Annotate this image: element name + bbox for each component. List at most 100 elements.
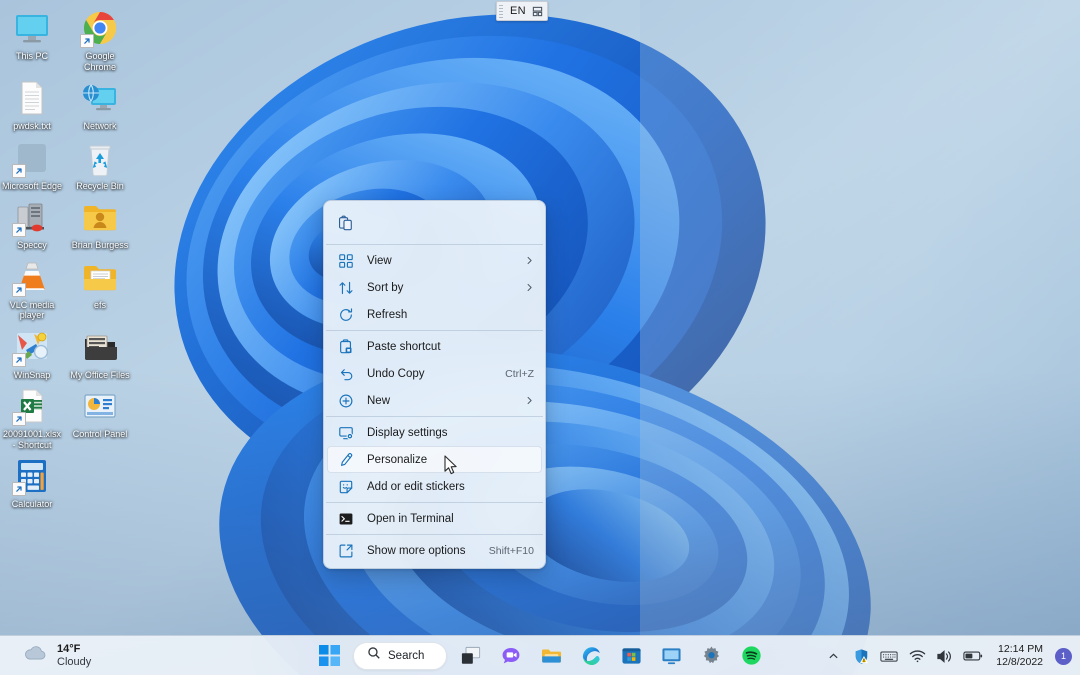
menu-item-view[interactable]: View — [327, 247, 542, 274]
shortcut-overlay-icon — [12, 482, 26, 496]
speccy-icon — [12, 197, 52, 237]
this-pc-icon — [12, 8, 52, 48]
desktop-icon-label: Control Panel — [72, 429, 128, 439]
wifi-icon[interactable] — [904, 641, 930, 671]
language-bar-gripper[interactable] — [499, 4, 503, 18]
paste-shortcut-icon — [337, 338, 355, 356]
microsoft-store-button[interactable] — [615, 640, 647, 672]
weather-temperature: 14°F — [57, 642, 81, 655]
menu-item-add-or-edit-stickers[interactable]: Add or edit stickers — [327, 473, 542, 500]
desktop-icon-label: WinSnap — [13, 369, 51, 380]
desktop-context-menu[interactable]: View Sort by Refresh Paste shortcut Undo Cop… — [323, 200, 546, 569]
desktop-icon-label: pwdsk.txt — [13, 121, 51, 131]
desktop-icon-control-panel[interactable]: Control Panel — [68, 382, 132, 452]
menu-item-label: New — [367, 394, 391, 407]
clock-date: 12/8/2022 — [996, 656, 1043, 668]
gear-icon — [703, 646, 719, 664]
menu-item-label: View — [367, 254, 392, 267]
clock[interactable]: 12:14 PM 12/8/2022 — [988, 643, 1049, 669]
desktop-icon-label: VLC media player — [9, 299, 55, 321]
menu-item-show-more-options[interactable]: Show more options Shift+F10 — [327, 537, 542, 564]
notification-badge[interactable]: 1 — [1055, 647, 1072, 665]
new-plus-icon — [337, 392, 355, 410]
desktop-icon-winsnap[interactable]: WinSnap — [0, 323, 64, 383]
desktop-icon-label: Google Chrome — [83, 51, 116, 72]
menu-separator — [326, 244, 543, 245]
desktop-icon-network[interactable]: Network — [68, 74, 132, 134]
chevron-right-icon — [522, 396, 534, 405]
battery-icon[interactable] — [960, 641, 986, 671]
weather-condition: Cloudy — [57, 655, 92, 668]
desktop-icon-speccy[interactable]: Speccy — [0, 193, 64, 253]
desktop-icon-microsoft-edge[interactable]: Microsoft Edge — [0, 134, 64, 194]
menu-item-label: Show more options — [367, 544, 466, 557]
menu-item-open-in-terminal[interactable]: Open in Terminal — [327, 505, 542, 532]
speaker-icon[interactable] — [932, 641, 958, 671]
show-more-options-icon — [337, 542, 355, 560]
start-button[interactable] — [313, 640, 345, 672]
network-icon — [80, 78, 120, 118]
weather-widget[interactable]: 14°F Cloudy — [0, 638, 101, 674]
desktop-icon-vlc-media-player[interactable]: VLC media player — [0, 253, 64, 323]
menu-separator — [326, 502, 543, 503]
calculator-icon — [12, 456, 52, 496]
menu-item-personalize[interactable]: Personalize — [327, 446, 542, 473]
language-bar[interactable]: EN — [496, 1, 548, 21]
shield-warning-icon[interactable] — [848, 641, 874, 671]
personalize-brush-icon — [337, 451, 355, 469]
desktop-icon-excel-file[interactable]: 20091001.xlsx - Shortcut — [0, 382, 64, 452]
chat-button[interactable] — [495, 640, 527, 672]
shortcut-overlay-icon — [12, 223, 26, 237]
spotify-button[interactable] — [735, 640, 767, 672]
search-icon — [367, 646, 381, 665]
desktop-icon-google-chrome[interactable]: Google Chrome — [68, 4, 132, 74]
desktop-icon-text-file[interactable]: pwdsk.txt — [0, 74, 64, 134]
menu-item-new[interactable]: New — [327, 387, 542, 414]
spotify-icon — [741, 646, 761, 665]
view-grid-icon — [337, 252, 355, 270]
shortcut-overlay-icon — [12, 163, 26, 178]
desktop-icon-label: Calculator — [11, 499, 53, 509]
restore-icon[interactable] — [530, 4, 545, 18]
menu-item-display-settings[interactable]: Display settings — [327, 419, 542, 446]
desktop-icon-document-folder[interactable]: efs — [68, 253, 132, 323]
desktop-icon-calculator[interactable]: Calculator — [0, 452, 64, 512]
context-menu-items: View Sort by Refresh Paste shortcut Undo Cop… — [324, 244, 545, 564]
desktop-icon-user-folder[interactable]: Brian Burgess — [68, 193, 132, 253]
microsoft-edge-button[interactable] — [575, 640, 607, 672]
undo-icon — [337, 365, 355, 383]
settings-button[interactable] — [695, 640, 727, 672]
desktop-icon-label: 20091001.xlsx - Shortcut — [2, 429, 62, 450]
desktop-icon-office-files-folder[interactable]: My Office Files — [68, 323, 132, 383]
chevron-right-icon — [522, 283, 534, 292]
desktop-icon-recycle-bin[interactable]: Recycle Bin — [68, 134, 132, 194]
remote-desktop-icon — [661, 647, 681, 664]
menu-separator — [326, 330, 543, 331]
desktop-icon-this-pc[interactable]: This PC — [0, 4, 64, 74]
menu-item-refresh[interactable]: Refresh — [327, 301, 542, 328]
menu-item-paste-shortcut[interactable]: Paste shortcut — [327, 333, 542, 360]
chevron-up-icon[interactable] — [820, 641, 846, 671]
search-button[interactable]: Search — [353, 641, 447, 670]
user-folder-icon — [80, 197, 120, 237]
system-tray[interactable]: 12:14 PM 12/8/2022 1 — [820, 636, 1080, 675]
language-code-label[interactable]: EN — [506, 5, 530, 17]
microsoft-edge-icon — [12, 138, 52, 178]
menu-separator — [326, 416, 543, 417]
desktop-icon-label: Microsoft Edge — [1, 180, 63, 191]
keyboard-icon[interactable] — [876, 641, 902, 671]
mouse-cursor — [444, 455, 460, 477]
taskbar[interactable]: 14°F Cloudy Search 12:14 PM 12/8/2022 1 — [0, 635, 1080, 675]
menu-item-sort-by[interactable]: Sort by — [327, 274, 542, 301]
menu-item-undo-copy[interactable]: Undo Copy Ctrl+Z — [327, 360, 542, 387]
desktop-icon-label: Recycle Bin — [76, 180, 124, 191]
file-explorer-button[interactable] — [535, 640, 567, 672]
paste-icon[interactable] — [330, 208, 360, 238]
context-menu-command-bar[interactable] — [324, 204, 545, 242]
task-view-button[interactable] — [455, 640, 487, 672]
display-settings-icon — [337, 424, 355, 442]
desktop-icon-area: This PC Google Chrome pwdsk.txt Network Micr… — [0, 0, 140, 512]
winsnap-icon — [12, 327, 52, 367]
document-folder-icon — [80, 257, 120, 297]
remote-desktop-button[interactable] — [655, 640, 687, 672]
